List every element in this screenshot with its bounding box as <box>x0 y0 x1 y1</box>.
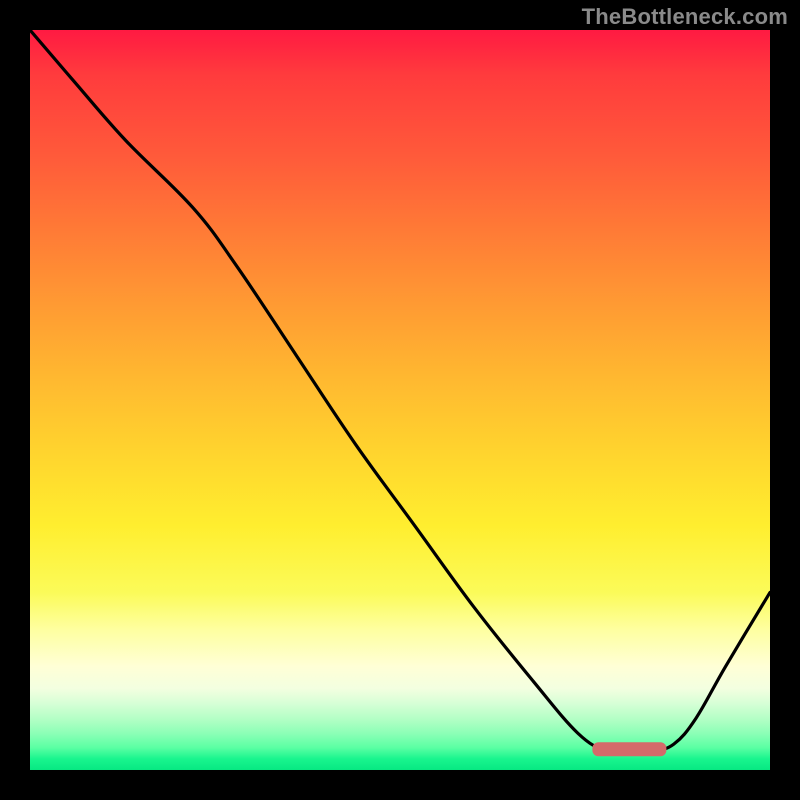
chart-overlay <box>30 30 770 770</box>
minimum-marker <box>592 742 666 756</box>
chart-frame: TheBottleneck.com <box>0 0 800 800</box>
bottleneck-curve <box>30 30 770 753</box>
watermark-text: TheBottleneck.com <box>582 4 788 30</box>
plot-area <box>30 30 770 770</box>
